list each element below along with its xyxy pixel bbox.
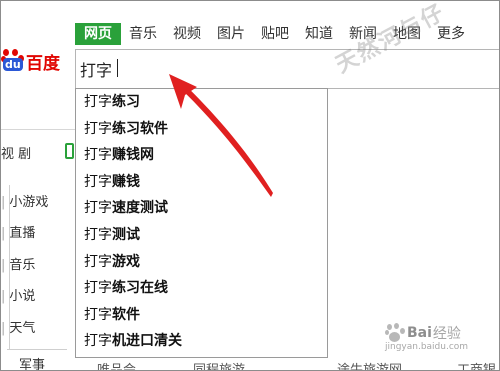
left-link[interactable]: | 小说 — [1, 281, 75, 312]
left-link-label: 天气 — [9, 320, 36, 336]
site-links-row: 唯品会 同程旅游 途牛旅游网 工商银 — [97, 359, 499, 370]
watermark-url: jingyan.baidu.com — [385, 342, 469, 352]
suggestion-item[interactable]: 打字练习 — [76, 89, 327, 116]
category-link-tv[interactable]: 视 剧 — [1, 143, 31, 162]
site-link[interactable]: 唯品会 — [97, 359, 136, 370]
suggestion-item[interactable]: 打字速度测试 — [76, 195, 327, 222]
logo-badge: du — [3, 58, 23, 71]
separator: | — [1, 257, 6, 273]
paw-logo-icon: du — [1, 49, 25, 73]
logo-text: 百度 — [26, 53, 60, 74]
suggestion-item[interactable]: 打字机进口清关 — [76, 328, 327, 355]
left-link-label: 音乐 — [9, 257, 36, 273]
left-link-label: 小说 — [9, 289, 36, 305]
suggestion-completion: 速度测试 — [112, 200, 168, 217]
site-link[interactable]: 途牛旅游网 — [337, 359, 402, 370]
suggestion-prefix: 打字 — [84, 306, 112, 323]
paw-watermark-icon — [385, 323, 405, 343]
suggestion-prefix: 打字 — [84, 173, 112, 190]
suggestion-item[interactable]: 打字游戏 — [76, 249, 327, 276]
suggestion-completion: 赚钱 — [112, 173, 140, 190]
suggestion-completion: 练习在线 — [112, 280, 168, 297]
category-link-military[interactable]: 军事 — [19, 354, 45, 370]
separator: | — [1, 226, 6, 242]
tab-5[interactable]: 知道 — [297, 23, 341, 45]
tab-2[interactable]: 视频 — [165, 23, 209, 45]
divider — [1, 129, 75, 130]
suggestion-completion: 赚钱网 — [112, 147, 154, 164]
suggestion-prefix: 打字 — [84, 147, 112, 164]
suggestion-completion: 测试 — [112, 226, 140, 243]
site-link[interactable]: 同程旅游 — [193, 359, 245, 370]
separator: | — [1, 320, 6, 336]
suggestion-item[interactable]: 打字测试 — [76, 222, 327, 249]
suggestion-prefix: 打字 — [84, 280, 112, 297]
divider — [7, 349, 67, 350]
browser-viewport: 视 剧 | 小游戏 | 直播 | 音乐 | 小说 | 天气 军事 唯品会 同程旅游 途牛旅游网 工… — [0, 0, 500, 371]
suggestion-completion: 游戏 — [112, 253, 140, 270]
suggestion-item[interactable]: 打字赚钱网 — [76, 142, 327, 169]
left-link[interactable]: | 直播 — [1, 218, 75, 249]
left-link[interactable]: | 小游戏 — [1, 187, 75, 218]
suggestion-item[interactable]: 打字赚钱 — [76, 169, 327, 196]
search-box[interactable] — [75, 49, 499, 89]
suggestion-prefix: 打字 — [84, 333, 112, 350]
tab-3[interactable]: 图片 — [209, 23, 253, 45]
watermark-brand: Bai — [407, 325, 432, 341]
suggestion-completion: 软件 — [112, 306, 140, 323]
separator: | — [1, 195, 6, 210]
tab-1[interactable]: 音乐 — [121, 23, 165, 45]
baidu-logo[interactable]: du 百度 — [1, 47, 60, 75]
suggestion-dropdown: 打字练习 打字练习软件 打字赚钱网 打字赚钱 打字速度测试 打字测试 打字游戏 打字练习在线打… — [75, 88, 328, 358]
suggestion-prefix: 打字 — [84, 94, 112, 110]
suggestion-completion: 机进口清关 — [112, 333, 182, 350]
suggestion-prefix: 打字 — [84, 226, 112, 243]
suggestion-prefix: 打字 — [84, 253, 112, 270]
site-link[interactable]: 工商银 — [457, 359, 496, 370]
tab-4[interactable]: 贴吧 — [253, 23, 297, 45]
suggestion-item[interactable]: 打字练习软件 — [76, 116, 327, 143]
suggestion-item[interactable]: 打字软件 — [76, 302, 327, 329]
left-link-label: 小游戏 — [9, 195, 49, 210]
text-cursor — [117, 59, 118, 77]
suggestion-completion: 练习 — [112, 94, 140, 110]
suggestion-item[interactable]: 打字练习在线 — [76, 275, 327, 302]
left-link-label: 直播 — [9, 226, 36, 242]
baidu-jingyan-watermark: Bai 经验 — [385, 323, 461, 343]
phone-icon — [65, 143, 74, 159]
suggestion-prefix: 打字 — [84, 200, 112, 217]
left-link-list: | 小游戏 | 直播 | 音乐 | 小说 | 天气 — [1, 187, 75, 344]
left-link[interactable]: | 天气 — [1, 313, 75, 344]
suggestion-completion: 练习软件 — [112, 120, 168, 137]
left-link[interactable]: | 音乐 — [1, 250, 75, 281]
suggestion-prefix: 打字 — [84, 120, 112, 137]
separator: | — [1, 289, 6, 305]
tab-0[interactable]: 网页 — [75, 23, 121, 45]
watermark-brand-suffix: 经验 — [432, 326, 461, 342]
